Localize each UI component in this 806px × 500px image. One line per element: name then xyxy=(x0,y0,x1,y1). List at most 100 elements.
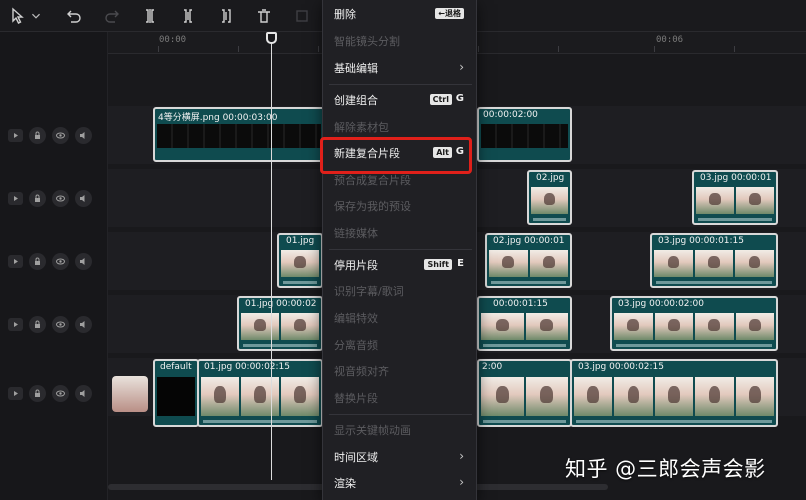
speaker-icon[interactable] xyxy=(75,385,92,402)
speaker-icon[interactable] xyxy=(75,253,92,270)
menu-item-render[interactable]: 渲染 › xyxy=(323,472,478,494)
clip-filmstrip xyxy=(481,124,568,148)
split-left-icon[interactable] xyxy=(176,4,200,28)
lock-icon[interactable] xyxy=(29,316,46,333)
clip-thumbnails xyxy=(201,377,319,416)
menu-item-basic-edit[interactable]: 基础编辑 › xyxy=(323,57,478,79)
clip-bar xyxy=(243,344,317,347)
clip-thumbnails xyxy=(696,187,774,214)
track-cover-thumbnail[interactable] xyxy=(112,376,148,412)
menu-item-label: 时间区域 xyxy=(334,451,378,464)
clip-bar xyxy=(283,281,317,284)
chevron-down-icon[interactable] xyxy=(28,4,44,28)
clip[interactable]: 01.jpg 00:00:02 xyxy=(237,296,323,351)
clip[interactable]: 03.jpg 00:00:02:15 xyxy=(570,359,778,427)
clip[interactable]: 03.jpg 00:00:01:15 xyxy=(650,233,778,288)
clip[interactable]: 03.jpg 00:00:02:00 xyxy=(610,296,778,351)
track-controls xyxy=(8,190,92,207)
clip-bar xyxy=(576,420,772,423)
clip-filmstrip xyxy=(157,124,321,148)
split-right-icon[interactable] xyxy=(214,4,238,28)
cover-icon[interactable] xyxy=(8,318,23,331)
clip-label: 00:00:02:00 xyxy=(483,110,538,120)
redo-icon xyxy=(100,4,124,28)
playhead-line[interactable] xyxy=(271,32,272,480)
ruler-tick xyxy=(158,46,159,52)
clip[interactable]: 01.jpg xyxy=(277,233,323,288)
clip-label: 01.jpg 00:00:02 xyxy=(245,299,317,309)
menu-item-label: 编辑特效 xyxy=(334,312,378,325)
shortcut-badge: Shift xyxy=(424,259,452,270)
clip[interactable]: 2:00 xyxy=(477,359,572,427)
clip-thumbnails xyxy=(574,377,775,416)
clip[interactable]: 4等分横屏.png 00:00:03:00 xyxy=(153,107,325,162)
menu-item-save-preset: 保存为我的预设 xyxy=(323,195,478,217)
eye-icon[interactable] xyxy=(52,190,69,207)
clip-bar xyxy=(698,218,772,221)
menu-item-label: 显示关键帧动画 xyxy=(334,424,411,437)
clip[interactable]: 00:00:01:15 xyxy=(477,296,572,351)
menu-separator xyxy=(329,414,472,415)
ruler-tick xyxy=(238,46,239,52)
menu-item-time-range[interactable]: 时间区域 › xyxy=(323,446,478,468)
clip[interactable]: 01.jpg 00:00:02:15 xyxy=(197,359,323,427)
menu-separator xyxy=(329,84,472,85)
menu-item-delete[interactable]: 删除 ←退格 xyxy=(323,3,478,25)
undo-icon[interactable] xyxy=(62,4,86,28)
lock-icon[interactable] xyxy=(29,385,46,402)
track-header-column xyxy=(0,32,108,500)
eye-icon[interactable] xyxy=(52,385,69,402)
menu-item-label: 基础编辑 xyxy=(334,62,378,75)
clip-label: 03.jpg 00:00:01:15 xyxy=(658,236,745,246)
clip-bar xyxy=(533,218,566,221)
menu-item-av-align: 视音频对齐 xyxy=(323,360,478,382)
cover-icon[interactable] xyxy=(8,387,23,400)
clip[interactable]: default xyxy=(153,359,199,427)
eye-icon[interactable] xyxy=(52,127,69,144)
clip-thumbnails xyxy=(654,250,775,277)
playhead-handle[interactable] xyxy=(266,32,277,44)
clip-label: 03.jpg 00:00:02:00 xyxy=(618,299,705,309)
eye-icon[interactable] xyxy=(52,253,69,270)
track-controls xyxy=(8,385,92,402)
lock-icon[interactable] xyxy=(29,190,46,207)
cover-icon[interactable] xyxy=(8,129,23,142)
clip[interactable]: 02.jpg 00:00:01 xyxy=(485,233,572,288)
track-controls xyxy=(8,253,92,270)
clip-thumbnails xyxy=(481,313,568,340)
menu-item-label: 解除素材包 xyxy=(334,121,389,134)
freeze-icon xyxy=(290,4,314,28)
shortcut-key: G xyxy=(455,93,464,104)
clip[interactable]: 00:00:02:00 xyxy=(477,107,572,162)
menu-item-unpack-material: 解除素材包 xyxy=(323,116,478,138)
split-icon[interactable] xyxy=(138,4,162,28)
menu-item-label: 智能镜头分割 xyxy=(334,35,400,48)
clip-label: 01.jpg 00:00:02:15 xyxy=(204,362,291,372)
speaker-icon[interactable] xyxy=(75,127,92,144)
speaker-icon[interactable] xyxy=(75,190,92,207)
menu-item-separate-audio: 分离音频 xyxy=(323,334,478,356)
menu-item-disable-clip[interactable]: 停用片段 Shift E xyxy=(323,254,478,276)
ruler-label-end: 00:06 xyxy=(656,35,684,45)
shortcut-badge: ←退格 xyxy=(435,8,464,19)
menu-item-label: 视音频对齐 xyxy=(334,365,389,378)
clip[interactable]: 02.jpg xyxy=(527,170,572,225)
clip-bar xyxy=(656,281,772,284)
clip-thumbnails xyxy=(481,377,568,416)
menu-item-label: 分离音频 xyxy=(334,339,378,352)
cover-icon[interactable] xyxy=(8,192,23,205)
cover-icon[interactable] xyxy=(8,255,23,268)
menu-item-label: 链接媒体 xyxy=(334,227,378,240)
lock-icon[interactable] xyxy=(29,253,46,270)
menu-item-label: 渲染 xyxy=(334,477,356,490)
track-controls xyxy=(8,127,92,144)
menu-item-create-group[interactable]: 创建组合 Ctrl G xyxy=(323,89,478,111)
pointer-icon[interactable] xyxy=(6,4,30,28)
clip-label: 02.jpg 00:00:01 xyxy=(493,236,565,246)
clip[interactable]: 03.jpg 00:00:01 xyxy=(692,170,778,225)
eye-icon[interactable] xyxy=(52,316,69,333)
speaker-icon[interactable] xyxy=(75,316,92,333)
delete-icon[interactable] xyxy=(252,4,276,28)
track-controls xyxy=(8,316,92,333)
lock-icon[interactable] xyxy=(29,127,46,144)
